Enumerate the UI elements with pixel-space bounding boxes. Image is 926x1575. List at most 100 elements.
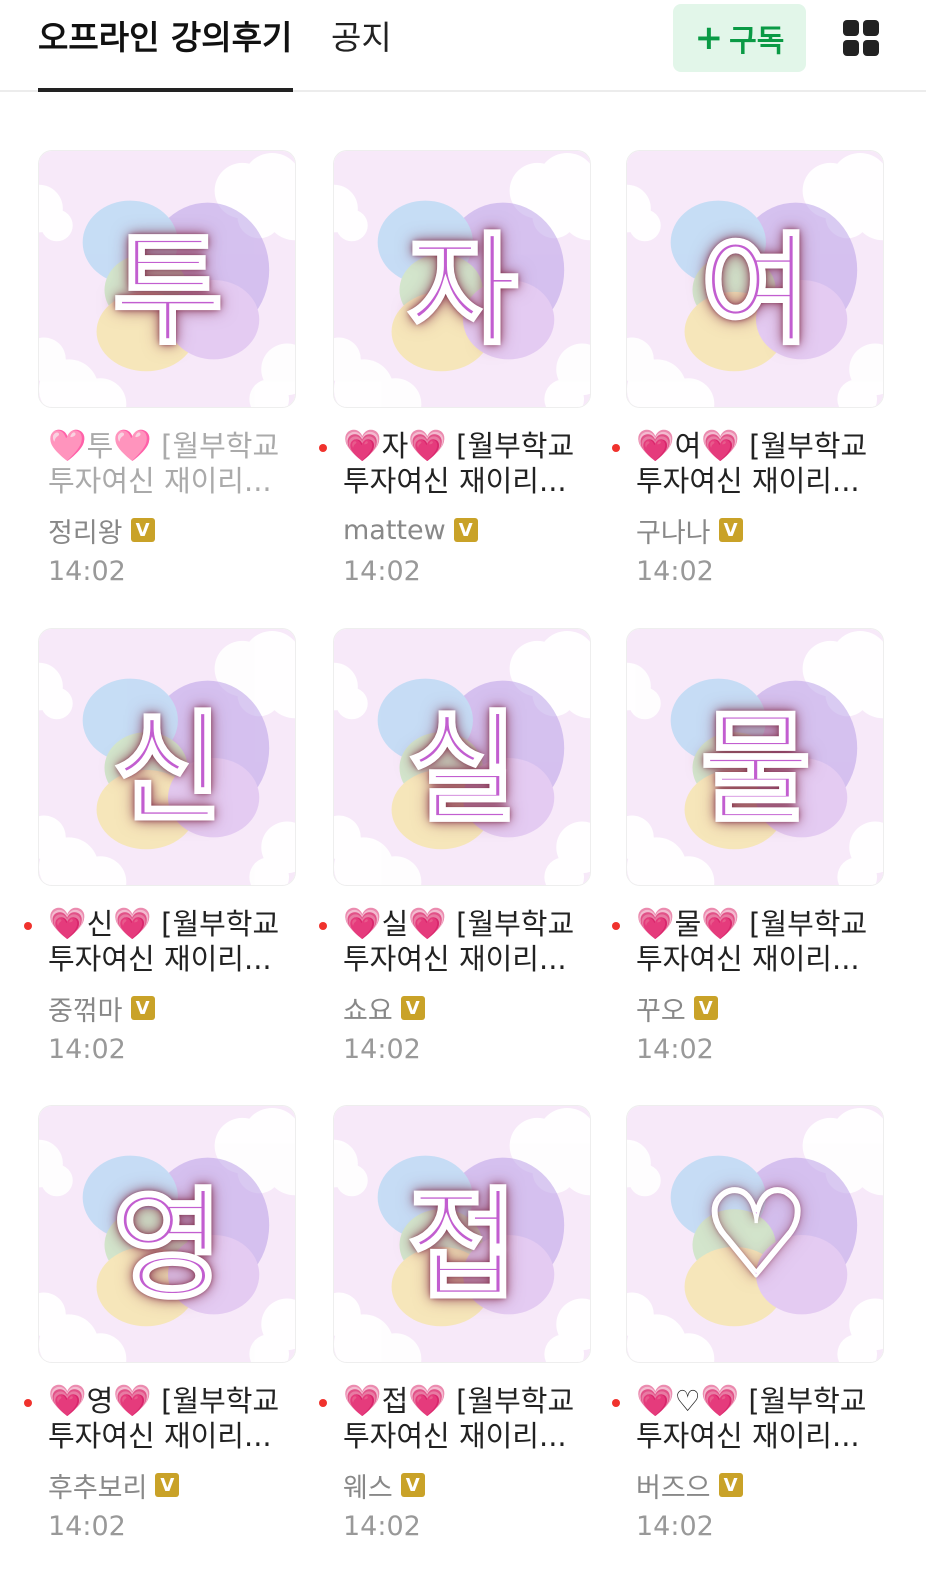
post-author[interactable]: 쇼요 V (343, 990, 425, 1027)
post-title[interactable]: 💗영💗 [월부학교 투자여신 재이리... (24, 1384, 298, 1454)
post-time: 14:02 (343, 1034, 421, 1065)
author-name: mattew (343, 514, 446, 546)
post-title-line-1: 💗자💗 [월부학교 (343, 429, 575, 464)
post-title-line-2: 투자여신 재이리... (343, 942, 567, 976)
heart-icon: 💗 (343, 429, 382, 464)
post-title-line-1: 💗여💗 [월부학교 (636, 429, 868, 464)
post-author[interactable]: mattew V (343, 512, 478, 548)
post-title[interactable]: 💗실💗 [월부학교 투자여신 재이리... (319, 907, 593, 977)
post-author[interactable]: 정리왕 V (48, 512, 155, 549)
post-time: 14:02 (48, 556, 126, 587)
post-author[interactable]: 구나나 V (636, 512, 743, 549)
heart-icon: 🩷 (48, 429, 87, 464)
heart-icon: 💗 (343, 907, 382, 942)
subscribe-label: 구독 (729, 24, 785, 59)
post-title-line-2: 투자여신 재이리... (48, 1419, 272, 1453)
post-thumbnail[interactable]: ♡ (626, 1105, 884, 1363)
heart-icon: 💗 (48, 907, 87, 942)
post-title-line-1: 🩷투🩷 [월부학교 (48, 429, 280, 464)
post-title-line-2: 투자여신 재이리... (636, 464, 860, 498)
verified-badge-icon: V (693, 996, 718, 1020)
post-title[interactable]: 💗자💗 [월부학교 투자여신 재이리... (319, 429, 593, 499)
post-thumbnail[interactable]: 투 (38, 150, 296, 408)
post-title-line-2: 투자여신 재이리... (636, 942, 860, 976)
verified-badge-icon: V (718, 1473, 743, 1497)
post-title-line-2: 투자여신 재이리... (48, 942, 272, 976)
author-name: 중꺾마 (48, 995, 123, 1027)
heart-icon: 💗 (113, 1384, 152, 1419)
active-tab-indicator (38, 88, 293, 92)
thumbnail-glyph: 자 (406, 221, 519, 363)
post-title[interactable]: 💗신💗 [월부학교 투자여신 재이리... (24, 907, 298, 977)
post-author[interactable]: 중꺾마 V (48, 990, 155, 1027)
post-author[interactable]: 꾸오 V (636, 990, 718, 1027)
heart-icon: 💗 (636, 429, 675, 464)
post-title-line-1: 💗♡💗 [월부학교 (636, 1384, 867, 1419)
verified-badge-icon: V (718, 518, 743, 542)
heart-icon: 💗 (408, 429, 447, 464)
heart-icon: 💗 (701, 907, 740, 942)
post-title[interactable]: 💗물💗 [월부학교 투자여신 재이리... (612, 907, 886, 977)
verified-badge-icon: V (155, 1473, 180, 1497)
subscribe-button[interactable]: + 구독 (673, 4, 806, 72)
new-post-dot (24, 922, 32, 930)
author-name: 버즈으 (636, 1472, 711, 1504)
verified-badge-icon: V (130, 518, 155, 542)
post-title[interactable]: 🩷투🩷 [월부학교 투자여신 재이리... (48, 429, 298, 499)
verified-badge-icon: V (130, 996, 155, 1020)
post-time: 14:02 (343, 556, 421, 587)
post-time: 14:02 (343, 1511, 421, 1542)
heart-icon: 💗 (701, 429, 740, 464)
author-name: 쇼요 (343, 995, 393, 1027)
post-title-line-2: 투자여신 재이리... (343, 1419, 567, 1453)
post-time: 14:02 (48, 1511, 126, 1542)
post-title[interactable]: 💗여💗 [월부학교 투자여신 재이리... (612, 429, 886, 499)
post-title-line-2: 투자여신 재이리... (343, 464, 567, 498)
verified-badge-icon: V (400, 996, 425, 1020)
heart-icon: 🩷 (113, 429, 152, 464)
author-name: 웨스 (343, 1472, 393, 1504)
new-post-dot (612, 922, 620, 930)
author-name: 후추보리 (48, 1472, 148, 1504)
post-author[interactable]: 후추보리 V (48, 1467, 180, 1504)
post-title-line-2: 투자여신 재이리... (636, 1419, 860, 1453)
new-post-dot (612, 444, 620, 452)
thumbnail-glyph: ♡ (701, 1164, 812, 1306)
board-header: 오프라인 강의후기 공지 + 구독 (0, 0, 926, 92)
post-time: 14:02 (636, 556, 714, 587)
post-title-line-1: 💗물💗 [월부학교 (636, 907, 868, 942)
post-thumbnail[interactable]: 신 (38, 628, 296, 886)
post-thumbnail[interactable]: 접 (333, 1105, 591, 1363)
post-thumbnail[interactable]: 여 (626, 150, 884, 408)
heart-icon: 💗 (700, 1384, 740, 1419)
new-post-dot (319, 444, 327, 452)
post-thumbnail[interactable]: 물 (626, 628, 884, 886)
heart-icon: 💗 (408, 1384, 447, 1419)
heart-icon: 💗 (636, 907, 675, 942)
post-time: 14:02 (636, 1034, 714, 1065)
thumbnail-glyph: 실 (406, 699, 519, 841)
heart-icon: 💗 (48, 1384, 87, 1419)
post-title-line-1: 💗실💗 [월부학교 (343, 907, 575, 942)
thumbnail-glyph: 영 (111, 1176, 224, 1318)
verified-badge-icon: V (453, 518, 478, 542)
grid-view-icon[interactable] (843, 20, 879, 56)
author-name: 정리왕 (48, 517, 123, 549)
post-thumbnail[interactable]: 영 (38, 1105, 296, 1363)
tab-offline-reviews[interactable]: 오프라인 강의후기 (38, 16, 292, 60)
post-title-line-1: 💗신💗 [월부학교 (48, 907, 280, 942)
thumbnail-glyph: 접 (406, 1176, 519, 1318)
new-post-dot (319, 922, 327, 930)
post-time: 14:02 (636, 1511, 714, 1542)
author-name: 구나나 (636, 517, 711, 549)
post-author[interactable]: 웨스 V (343, 1467, 425, 1504)
post-title[interactable]: 💗♡💗 [월부학교 투자여신 재이리... (612, 1384, 886, 1454)
post-title-line-1: 💗영💗 [월부학교 (48, 1384, 280, 1419)
post-thumbnail[interactable]: 자 (333, 150, 591, 408)
post-thumbnail[interactable]: 실 (333, 628, 591, 886)
tab-notice[interactable]: 공지 (331, 16, 392, 60)
new-post-dot (319, 1399, 327, 1407)
thumbnail-glyph: 신 (111, 699, 224, 841)
post-title[interactable]: 💗접💗 [월부학교 투자여신 재이리... (319, 1384, 593, 1454)
post-author[interactable]: 버즈으 V (636, 1467, 743, 1504)
